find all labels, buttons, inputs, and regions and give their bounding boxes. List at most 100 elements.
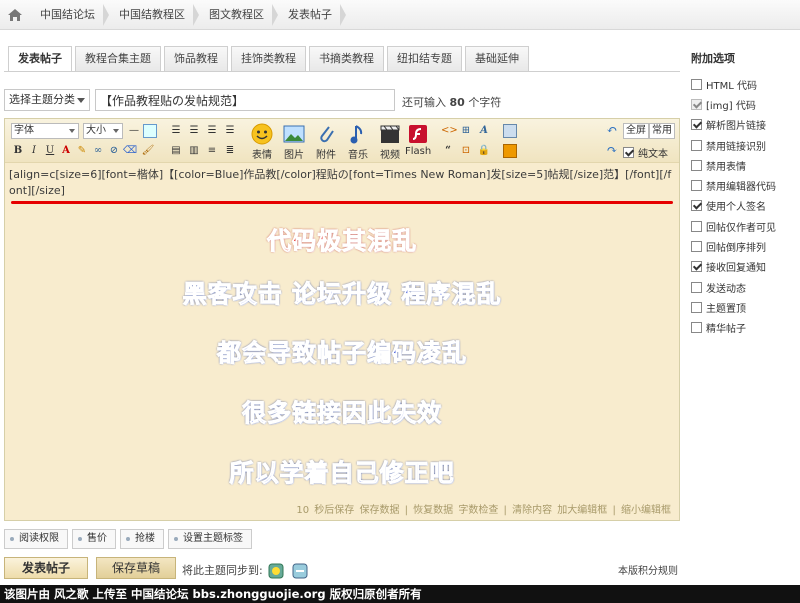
option-row[interactable]: 使用个人签名 bbox=[691, 196, 776, 216]
plain-text-toggle[interactable]: 纯文本 bbox=[623, 145, 668, 160]
tab-button-knot[interactable]: 纽扣结专题 bbox=[387, 46, 462, 71]
editor-code-content[interactable]: [align=c[size=6][font=楷体]【[color=Blue]作品… bbox=[9, 167, 673, 199]
save-draft-button[interactable]: 保存草稿 bbox=[96, 557, 176, 579]
breadcrumb-item-graphic-tutorial[interactable]: 图文教程区 bbox=[199, 0, 278, 30]
plain-text-checkbox[interactable] bbox=[623, 147, 634, 158]
option-checkbox[interactable] bbox=[691, 322, 702, 334]
align-left-icon[interactable]: ☰ bbox=[169, 124, 183, 138]
tab-accessory-tutorial[interactable]: 饰品教程 bbox=[164, 46, 228, 71]
option-row[interactable]: 解析图片链接 bbox=[691, 115, 776, 135]
option-label: [img] 代码 bbox=[706, 100, 756, 112]
option-label: 接收回复通知 bbox=[706, 263, 766, 275]
tab-bookmark-tutorial[interactable]: 书摘类教程 bbox=[309, 46, 384, 71]
quote-icon[interactable]: “ bbox=[441, 144, 455, 158]
common-mode-button[interactable]: 常用 bbox=[649, 123, 675, 139]
align-right-icon[interactable]: ☰ bbox=[205, 124, 219, 138]
title-input[interactable] bbox=[95, 89, 395, 111]
breadcrumb-item-tutorial-area[interactable]: 中国结教程区 bbox=[109, 0, 199, 30]
unordered-list-icon[interactable]: ≣ bbox=[223, 144, 237, 158]
option-row[interactable]: 接收回复通知 bbox=[691, 257, 776, 277]
redo-icon[interactable]: ↷ bbox=[605, 144, 619, 158]
code-icon[interactable]: <> bbox=[441, 124, 458, 138]
option-checkbox[interactable] bbox=[691, 139, 702, 151]
fullscreen-button[interactable]: 全屏 bbox=[623, 123, 649, 139]
font-style-icon[interactable]: A bbox=[477, 124, 491, 138]
tab-basics[interactable]: 基础延伸 bbox=[465, 46, 529, 71]
font-select[interactable]: 字体 bbox=[11, 123, 79, 139]
board-rules-link[interactable]: 本版积分规则 bbox=[618, 562, 678, 577]
float-left-icon[interactable]: ▤ bbox=[169, 144, 183, 158]
option-row[interactable]: 主题置顶 bbox=[691, 297, 776, 317]
format-brush-icon[interactable]: 🖌 bbox=[141, 144, 155, 158]
weibo-sync-icon[interactable] bbox=[268, 563, 284, 579]
undo-icon[interactable]: ↶ bbox=[605, 124, 619, 138]
align-justify-icon[interactable]: ☰ bbox=[223, 124, 237, 138]
image-button[interactable]: 图片 bbox=[279, 123, 309, 161]
option-checkbox[interactable] bbox=[691, 78, 702, 90]
message-line-1: 代码极其混乱 bbox=[267, 227, 417, 256]
option-checkbox[interactable] bbox=[691, 119, 702, 131]
tab-post[interactable]: 发表帖子 bbox=[8, 46, 72, 72]
free-icon[interactable] bbox=[503, 144, 517, 158]
option-label: 发送动态 bbox=[706, 283, 746, 295]
home-icon[interactable] bbox=[0, 0, 30, 30]
chevron-down-icon bbox=[113, 129, 119, 133]
plain-text-label: 纯文本 bbox=[638, 149, 668, 160]
music-note-icon bbox=[345, 123, 371, 145]
text-color-icon[interactable]: A bbox=[59, 144, 73, 158]
option-checkbox[interactable] bbox=[691, 220, 702, 232]
sync-label: 将此主题同步到: bbox=[182, 564, 263, 577]
option-row[interactable]: 回帖倒序排列 bbox=[691, 236, 776, 256]
hide-content-icon[interactable]: ⊡ bbox=[459, 144, 473, 158]
underline-icon[interactable]: U bbox=[43, 144, 57, 158]
float-right-icon[interactable]: ▥ bbox=[187, 144, 201, 158]
flash-icon bbox=[405, 123, 431, 145]
video-button[interactable]: 视频 bbox=[375, 123, 405, 161]
option-checkbox[interactable] bbox=[691, 301, 702, 313]
option-row[interactable]: [img] 代码 bbox=[691, 94, 776, 114]
music-button[interactable]: 音乐 bbox=[343, 123, 373, 161]
topic-category-select[interactable]: 选择主题分类 bbox=[4, 89, 90, 111]
highlight-icon[interactable]: ✎ bbox=[75, 144, 89, 158]
option-row[interactable]: 回帖仅作者可见 bbox=[691, 216, 776, 236]
option-row[interactable]: 禁用链接识别 bbox=[691, 135, 776, 155]
page-icon[interactable] bbox=[503, 124, 517, 138]
align-center-icon[interactable]: ☰ bbox=[187, 124, 201, 138]
option-checkbox[interactable] bbox=[691, 180, 702, 192]
tab-tutorial-collection[interactable]: 教程合集主题 bbox=[75, 46, 161, 71]
italic-icon[interactable]: I bbox=[27, 144, 41, 158]
floor-grab-button[interactable]: 抢楼 bbox=[120, 529, 164, 549]
option-checkbox[interactable] bbox=[691, 159, 702, 171]
background-color-icon[interactable] bbox=[143, 124, 157, 138]
option-checkbox[interactable] bbox=[691, 281, 702, 293]
read-permission-button[interactable]: 阅读权限 bbox=[4, 529, 68, 549]
flash-button[interactable]: Flash bbox=[405, 123, 431, 157]
option-row[interactable]: HTML 代码 bbox=[691, 74, 776, 94]
breadcrumb-item-forum[interactable]: 中国结论坛 bbox=[30, 0, 109, 30]
option-checkbox[interactable] bbox=[691, 261, 702, 273]
link-icon[interactable]: ∞ bbox=[91, 144, 105, 158]
option-row[interactable]: 精华帖子 bbox=[691, 318, 776, 338]
option-label: 回帖倒序排列 bbox=[706, 243, 766, 255]
post-button[interactable]: 发表帖子 bbox=[4, 557, 88, 579]
bold-icon[interactable]: B bbox=[11, 144, 25, 158]
price-button[interactable]: 售价 bbox=[72, 529, 116, 549]
lock-icon[interactable]: 🔒 bbox=[477, 144, 491, 158]
table-icon[interactable]: ⊞ bbox=[459, 124, 473, 138]
horizontal-rule-icon[interactable]: — bbox=[127, 124, 141, 138]
option-checkbox[interactable] bbox=[691, 241, 702, 253]
remove-format-icon[interactable]: ⌫ bbox=[123, 144, 137, 158]
size-select[interactable]: 大小 bbox=[83, 123, 123, 139]
attachment-button[interactable]: 附件 bbox=[311, 123, 341, 161]
tab-pendant-tutorial[interactable]: 挂饰类教程 bbox=[231, 46, 306, 71]
unlink-icon[interactable]: ⊘ bbox=[107, 144, 121, 158]
topic-tag-button[interactable]: 设置主题标签 bbox=[168, 529, 252, 549]
ordered-list-icon[interactable]: ≡ bbox=[205, 144, 219, 158]
qzone-sync-icon[interactable] bbox=[292, 563, 308, 579]
option-checkbox[interactable] bbox=[691, 200, 702, 212]
option-row[interactable]: 禁用编辑器代码 bbox=[691, 175, 776, 195]
emoji-button[interactable]: 表情 bbox=[247, 123, 277, 161]
red-underline-mark bbox=[11, 201, 673, 204]
option-row[interactable]: 禁用表情 bbox=[691, 155, 776, 175]
option-row[interactable]: 发送动态 bbox=[691, 277, 776, 297]
